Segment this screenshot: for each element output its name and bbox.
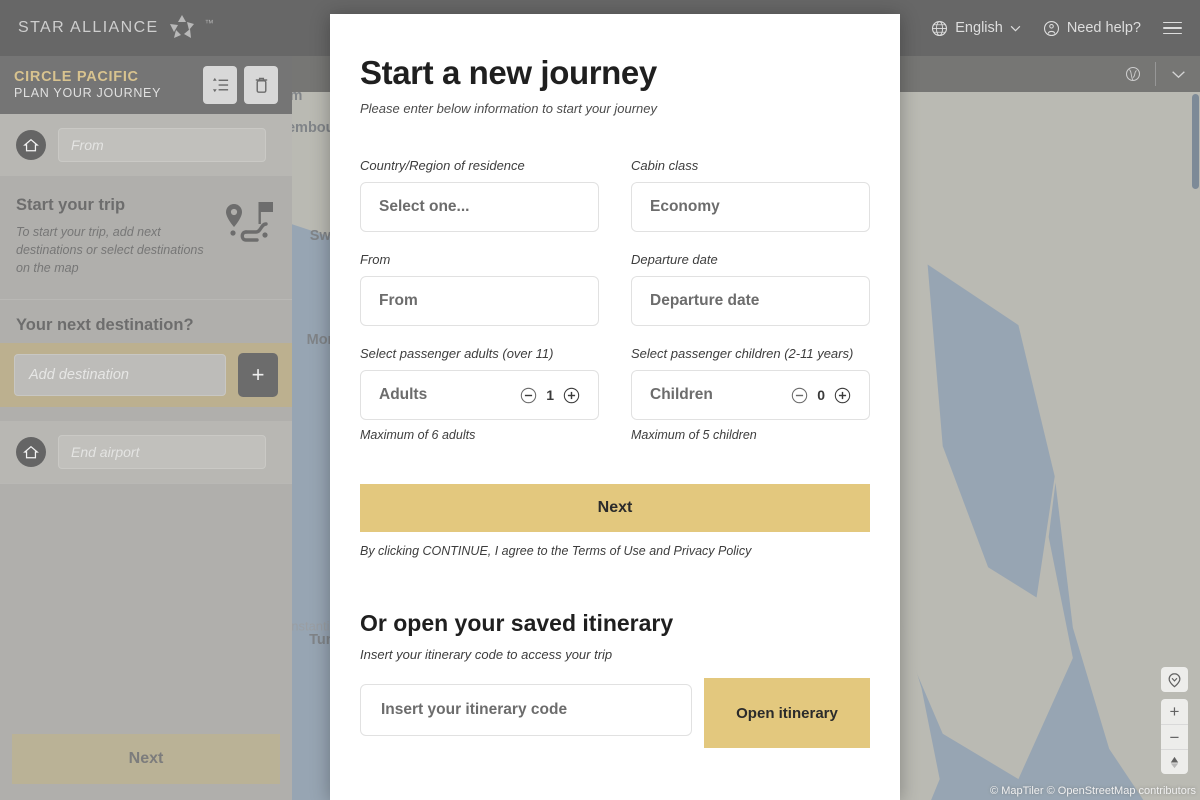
terms-text: By clicking CONTINUE, I agree to the Ter… xyxy=(360,544,752,558)
children-stepper-box: Children 0 xyxy=(631,370,870,420)
journey-form: Country/Region of residence Select one..… xyxy=(360,158,870,462)
adults-hint: Maximum of 6 adults xyxy=(360,428,476,442)
children-label: Select passenger children (2-11 years) xyxy=(631,346,854,361)
children-field: Select passenger children (2-11 years) C… xyxy=(631,346,870,442)
adults-stepper-box: Adults 1 xyxy=(360,370,599,420)
next-button[interactable]: Next xyxy=(360,484,870,532)
adults-value: Adults xyxy=(379,386,428,403)
children-stepper: 0 xyxy=(791,387,851,404)
minus-circle-icon[interactable] xyxy=(791,387,808,404)
country-field: Country/Region of residence Select one..… xyxy=(360,158,599,232)
adults-field: Select passenger adults (over 11) Adults… xyxy=(360,346,599,442)
start-journey-modal: Start a new journey Please enter below i… xyxy=(330,14,900,800)
minus-circle-icon[interactable] xyxy=(520,387,537,404)
modal-title: Start a new journey xyxy=(360,54,657,91)
open-itinerary-button[interactable]: Open itinerary xyxy=(704,678,870,748)
country-value: Select one... xyxy=(379,198,470,215)
plus-circle-icon[interactable] xyxy=(834,387,851,404)
departure-date-input[interactable]: Departure date xyxy=(631,276,870,326)
children-hint: Maximum of 5 children xyxy=(631,428,757,442)
children-value: Children xyxy=(650,386,713,403)
adults-count: 1 xyxy=(546,387,554,403)
cabin-label: Cabin class xyxy=(631,158,699,173)
from-input[interactable]: From xyxy=(360,276,599,326)
cabin-field: Cabin class Economy xyxy=(631,158,870,232)
itinerary-code-input[interactable] xyxy=(360,684,692,736)
from-field: From From xyxy=(360,252,599,326)
from-label: From xyxy=(360,252,391,267)
saved-itinerary-heading: Or open your saved itinerary xyxy=(360,610,674,636)
cabin-value: Economy xyxy=(650,198,720,215)
country-label: Country/Region of residence xyxy=(360,158,525,173)
adults-label: Select passenger adults (over 11) xyxy=(360,346,554,361)
departure-date-label: Departure date xyxy=(631,252,718,267)
saved-itinerary-row: Open itinerary xyxy=(360,678,870,748)
adults-stepper: 1 xyxy=(520,387,580,404)
country-select[interactable]: Select one... xyxy=(360,182,599,232)
children-count: 0 xyxy=(817,387,825,403)
saved-itinerary-subtitle: Insert your itinerary code to access you… xyxy=(360,647,613,662)
modal-subtitle: Please enter below information to start … xyxy=(360,101,657,116)
from-value: From xyxy=(379,292,418,309)
departure-date-value: Departure date xyxy=(650,292,760,309)
plus-circle-icon[interactable] xyxy=(563,387,580,404)
cabin-select[interactable]: Economy xyxy=(631,182,870,232)
departure-date-field: Departure date Departure date xyxy=(631,252,870,326)
